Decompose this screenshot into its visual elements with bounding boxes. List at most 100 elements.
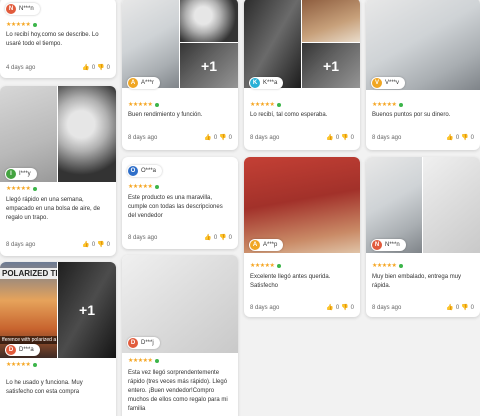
thumb-up-icon[interactable]: 👍: [204, 134, 211, 141]
dislike-count: 0: [350, 134, 354, 141]
review-text: Excelente llegó antes querida. Satisfech…: [250, 274, 331, 289]
review-date: 8 days ago: [250, 304, 280, 311]
thumb-down-icon[interactable]: 👎: [219, 234, 226, 241]
thumb-down-icon[interactable]: 👎: [219, 134, 226, 141]
thumb-down-icon[interactable]: 👎: [461, 134, 468, 141]
rating-stars: ★★★★★: [6, 362, 31, 368]
reviewer-badge: A A***p: [249, 239, 284, 251]
reviewer-name: N***n: [19, 6, 34, 12]
thumb-up-icon[interactable]: 👍: [446, 304, 453, 311]
verified-dot-icon: [155, 359, 160, 363]
review-date: 8 days ago: [372, 304, 402, 311]
reviewer-badge: D D***j: [127, 337, 160, 349]
reviewer-badge: V V***v: [371, 77, 406, 89]
rating-stars: ★★★★★: [6, 186, 31, 192]
review-photo[interactable]: +1: [302, 43, 360, 88]
reviewer-name: D***a: [19, 347, 34, 353]
review-photo[interactable]: [302, 0, 360, 42]
reviewer-badge: N N***n: [371, 239, 406, 251]
review-card: +1 K K***a ★★★★★ Lo recibí, tal como esp…: [244, 0, 360, 150]
verified-dot-icon: [33, 187, 38, 191]
verified-dot-icon: [155, 103, 160, 107]
thumb-down-icon[interactable]: 👎: [461, 304, 468, 311]
thumb-down-icon[interactable]: 👎: [97, 241, 104, 248]
thumb-down-icon[interactable]: 👎: [97, 64, 104, 71]
review-date: 8 days ago: [6, 241, 36, 248]
avatar: O: [128, 166, 138, 176]
review-card: POLARIZED TEST fference with polarized a…: [0, 262, 116, 416]
avatar: V: [372, 78, 382, 88]
more-photos-count[interactable]: +1: [302, 43, 360, 88]
thumb-up-icon[interactable]: 👍: [82, 64, 89, 71]
review-photo[interactable]: [58, 86, 116, 182]
avatar: D: [128, 338, 138, 348]
review-card: O O***a ★★★★★ Este producto es una marav…: [122, 157, 238, 249]
thumb-up-icon[interactable]: 👍: [204, 234, 211, 241]
review-text: Esta vez llegó sorprendentemente rápido …: [128, 370, 228, 412]
avatar: I: [6, 169, 16, 179]
rating-stars: ★★★★★: [128, 102, 153, 108]
verified-dot-icon: [399, 264, 404, 268]
review-card: A A***p ★★★★★ Excelente llegó antes quer…: [244, 157, 360, 317]
reviewer-name: D***j: [141, 340, 154, 346]
thumb-up-icon[interactable]: 👍: [326, 304, 333, 311]
review-date: 4 days ago: [6, 64, 36, 71]
review-text: Buenos puntos por su dinero.: [372, 112, 451, 118]
verified-dot-icon: [33, 23, 38, 27]
review-card: N N***n ★★★★★ Muy bien embalado, entrega…: [366, 157, 480, 317]
photo-caption: POLARIZED TEST: [0, 268, 57, 279]
rating-stars: ★★★★★: [128, 184, 153, 190]
thumb-down-icon[interactable]: 👎: [341, 304, 348, 311]
reviewer-name: V***v: [385, 80, 400, 86]
rating-stars: ★★★★★: [372, 263, 397, 269]
more-photos-count[interactable]: +1: [58, 262, 116, 358]
reviewer-badge: A A***r: [127, 77, 161, 89]
dislike-count: 0: [350, 304, 354, 311]
reviewer-badge: D D***a: [5, 344, 40, 356]
dislike-count: 0: [470, 304, 474, 311]
like-count: 0: [91, 241, 96, 248]
verified-dot-icon: [277, 264, 282, 268]
review-text: Buen rendimiento y función.: [128, 112, 203, 118]
avatar: N: [6, 4, 16, 14]
verified-dot-icon: [399, 103, 404, 107]
review-card: N N***n ★★★★★ Lo recibí hoy,como se desc…: [0, 0, 116, 78]
review-photo[interactable]: [244, 0, 301, 88]
thumb-up-icon[interactable]: 👍: [82, 241, 89, 248]
dislike-count: 0: [106, 64, 110, 71]
thumb-up-icon[interactable]: 👍: [446, 134, 453, 141]
reviewer-badge: I I***y: [5, 168, 37, 180]
like-count: 0: [335, 134, 340, 141]
reviewer-name: I***y: [19, 171, 31, 177]
like-count: 0: [91, 64, 96, 71]
verified-dot-icon: [33, 363, 38, 367]
rating-stars: ★★★★★: [250, 263, 275, 269]
reviewer-name: A***r: [141, 80, 155, 86]
like-count: 0: [455, 304, 460, 311]
review-date: 8 days ago: [128, 234, 158, 241]
review-text: Este producto es una maravilla, cumple c…: [128, 195, 223, 219]
rating-stars: ★★★★★: [372, 102, 397, 108]
photo-caption: fference with polarized a: [0, 336, 57, 344]
more-photos-count[interactable]: +1: [180, 43, 238, 88]
reviewer-badge: K K***a: [249, 77, 284, 89]
verified-dot-icon: [277, 103, 282, 107]
review-photo[interactable]: +1: [58, 262, 116, 358]
verified-dot-icon: [155, 185, 160, 189]
review-photo[interactable]: +1: [180, 43, 238, 88]
dislike-count: 0: [106, 241, 110, 248]
review-card: I I***y ★★★★★ Llegó rápido en una semana…: [0, 86, 116, 256]
review-text: Lo he usado y funciona. Muy satisfecho c…: [6, 380, 83, 395]
review-photo[interactable]: [122, 0, 179, 88]
reviewer-name: K***a: [263, 80, 278, 86]
review-photo[interactable]: [423, 157, 480, 253]
review-card: V V***v ★★★★★ Buenos puntos por su diner…: [366, 0, 480, 150]
review-photo[interactable]: [180, 0, 238, 42]
rating-stars: ★★★★★: [128, 358, 153, 364]
dislike-count: 0: [470, 134, 474, 141]
thumb-down-icon[interactable]: 👎: [341, 134, 348, 141]
avatar: A: [250, 240, 260, 250]
avatar: K: [250, 78, 260, 88]
rating-stars: ★★★★★: [250, 102, 275, 108]
thumb-up-icon[interactable]: 👍: [326, 134, 333, 141]
